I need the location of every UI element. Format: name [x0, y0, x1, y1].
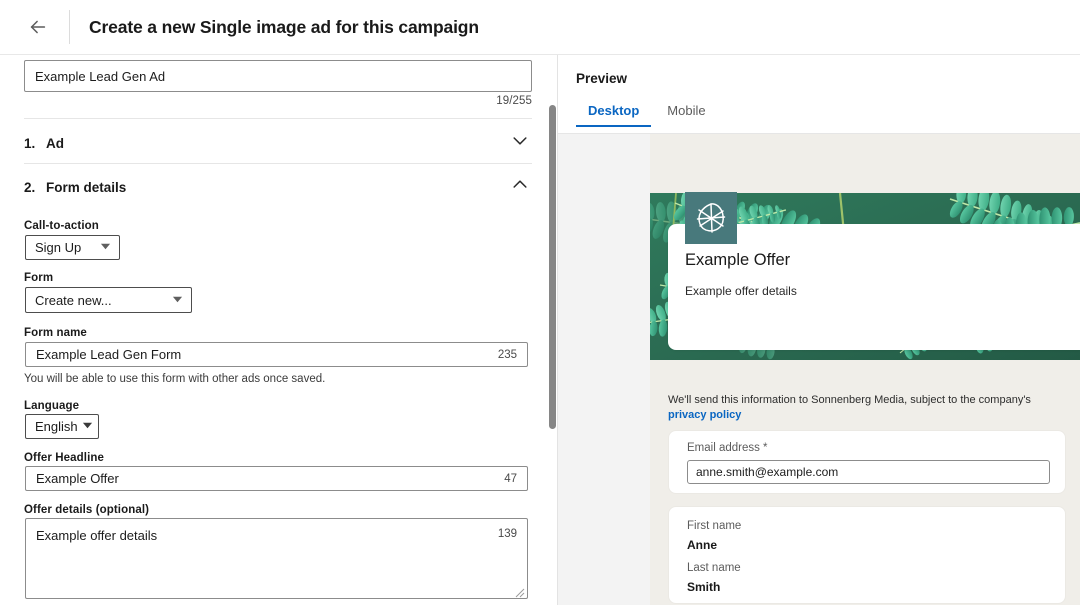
divider-mid: [24, 163, 532, 164]
label-form-name: Form name: [24, 327, 87, 339]
last-name-value[interactable]: Smith: [687, 580, 720, 594]
ad-creation-screen: Create a new Single image ad for this ca…: [0, 0, 1080, 605]
ad-name-counter: 19/255: [496, 95, 532, 107]
brand-leaf-logo-icon: [685, 192, 737, 244]
label-language: Language: [24, 400, 80, 412]
label-offer-details: Offer details (optional): [24, 504, 150, 516]
caret-down-icon: [172, 293, 183, 308]
preview-stage: Example Offer Example offer details We'l…: [558, 134, 1080, 605]
section-header-ad[interactable]: 1. Ad: [24, 123, 532, 163]
form-select[interactable]: Create new...: [25, 287, 192, 313]
offer-details-counter: 139: [497, 528, 517, 540]
consent-text: We'll send this information to Sonnenber…: [668, 393, 1066, 424]
form-select-value: Create new...: [35, 292, 112, 308]
caret-down-icon: [82, 419, 93, 434]
label-form: Form: [24, 272, 54, 284]
page-title: Create a new Single image ad for this ca…: [89, 16, 479, 37]
chevron-up-icon[interactable]: [510, 175, 530, 200]
form-scrollbar-thumb[interactable]: [549, 105, 556, 429]
language-value: English: [35, 419, 78, 434]
offer-details-textarea[interactable]: Example offer details 139: [25, 518, 528, 599]
section-number-2: 2.: [24, 179, 36, 195]
preview-tabs: Desktop Mobile: [574, 103, 720, 127]
arrow-left-icon: [27, 16, 49, 38]
call-to-action-select[interactable]: Sign Up: [25, 235, 120, 260]
preview-offer-headline: Example Offer: [685, 251, 791, 269]
first-name-value[interactable]: Anne: [687, 538, 717, 552]
call-to-action-value: Sign Up: [35, 240, 82, 255]
section-number-1: 1.: [24, 135, 36, 151]
label-call-to-action: Call-to-action: [24, 220, 99, 232]
name-field-card: First name Anne Last name Smith: [668, 506, 1066, 604]
tab-mobile[interactable]: Mobile: [653, 103, 719, 127]
email-field-label: Email address *: [687, 442, 768, 454]
email-input[interactable]: anne.smith@example.com: [687, 460, 1050, 484]
form-name-counter: 235: [497, 348, 517, 361]
top-bar: Create a new Single image ad for this ca…: [0, 0, 1080, 55]
tab-desktop[interactable]: Desktop: [574, 103, 653, 127]
preview-offer-details: Example offer details: [685, 284, 797, 298]
offer-headline-input[interactable]: Example Offer 47: [25, 466, 528, 491]
language-select[interactable]: English: [25, 414, 99, 439]
section-header-form-details[interactable]: 2. Form details: [24, 167, 532, 207]
form-name-helper-text: You will be able to use this form with o…: [24, 373, 326, 385]
chevron-down-icon[interactable]: [510, 131, 530, 156]
label-offer-headline: Offer Headline: [24, 452, 105, 464]
consent-text-body: We'll send this information to Sonnenber…: [668, 394, 1031, 406]
offer-details-value: Example offer details: [36, 528, 158, 543]
preview-panel: Preview Desktop Mobile Example Offer Exa…: [558, 55, 1080, 605]
form-name-input[interactable]: Example Lead Gen Form 235: [25, 342, 528, 367]
form-panel: Example Lead Gen Ad 19/255 1. Ad 2. Form…: [0, 55, 556, 605]
first-name-label: First name: [687, 520, 742, 532]
section-label-ad: Ad: [46, 135, 64, 151]
preview-title: Preview: [576, 71, 628, 86]
back-button[interactable]: [21, 10, 55, 44]
resize-handle-icon[interactable]: [515, 586, 525, 598]
tab-mobile-label: Mobile: [667, 103, 706, 118]
divider-top: [24, 118, 532, 119]
email-input-value: anne.smith@example.com: [696, 465, 839, 479]
ad-name-value: Example Lead Gen Ad: [35, 68, 166, 84]
ad-name-input[interactable]: Example Lead Gen Ad: [24, 60, 532, 92]
section-label-form-details: Form details: [46, 179, 127, 195]
privacy-policy-link[interactable]: privacy policy: [668, 409, 741, 421]
caret-down-icon: [100, 240, 111, 255]
offer-headline-value: Example Offer: [36, 471, 119, 486]
email-field-card: Email address * anne.smith@example.com: [668, 430, 1066, 494]
topbar-divider: [69, 10, 70, 44]
last-name-label: Last name: [687, 562, 741, 574]
form-name-value: Example Lead Gen Form: [36, 347, 182, 362]
offer-headline-counter: 47: [504, 472, 517, 485]
tab-desktop-label: Desktop: [588, 103, 640, 118]
